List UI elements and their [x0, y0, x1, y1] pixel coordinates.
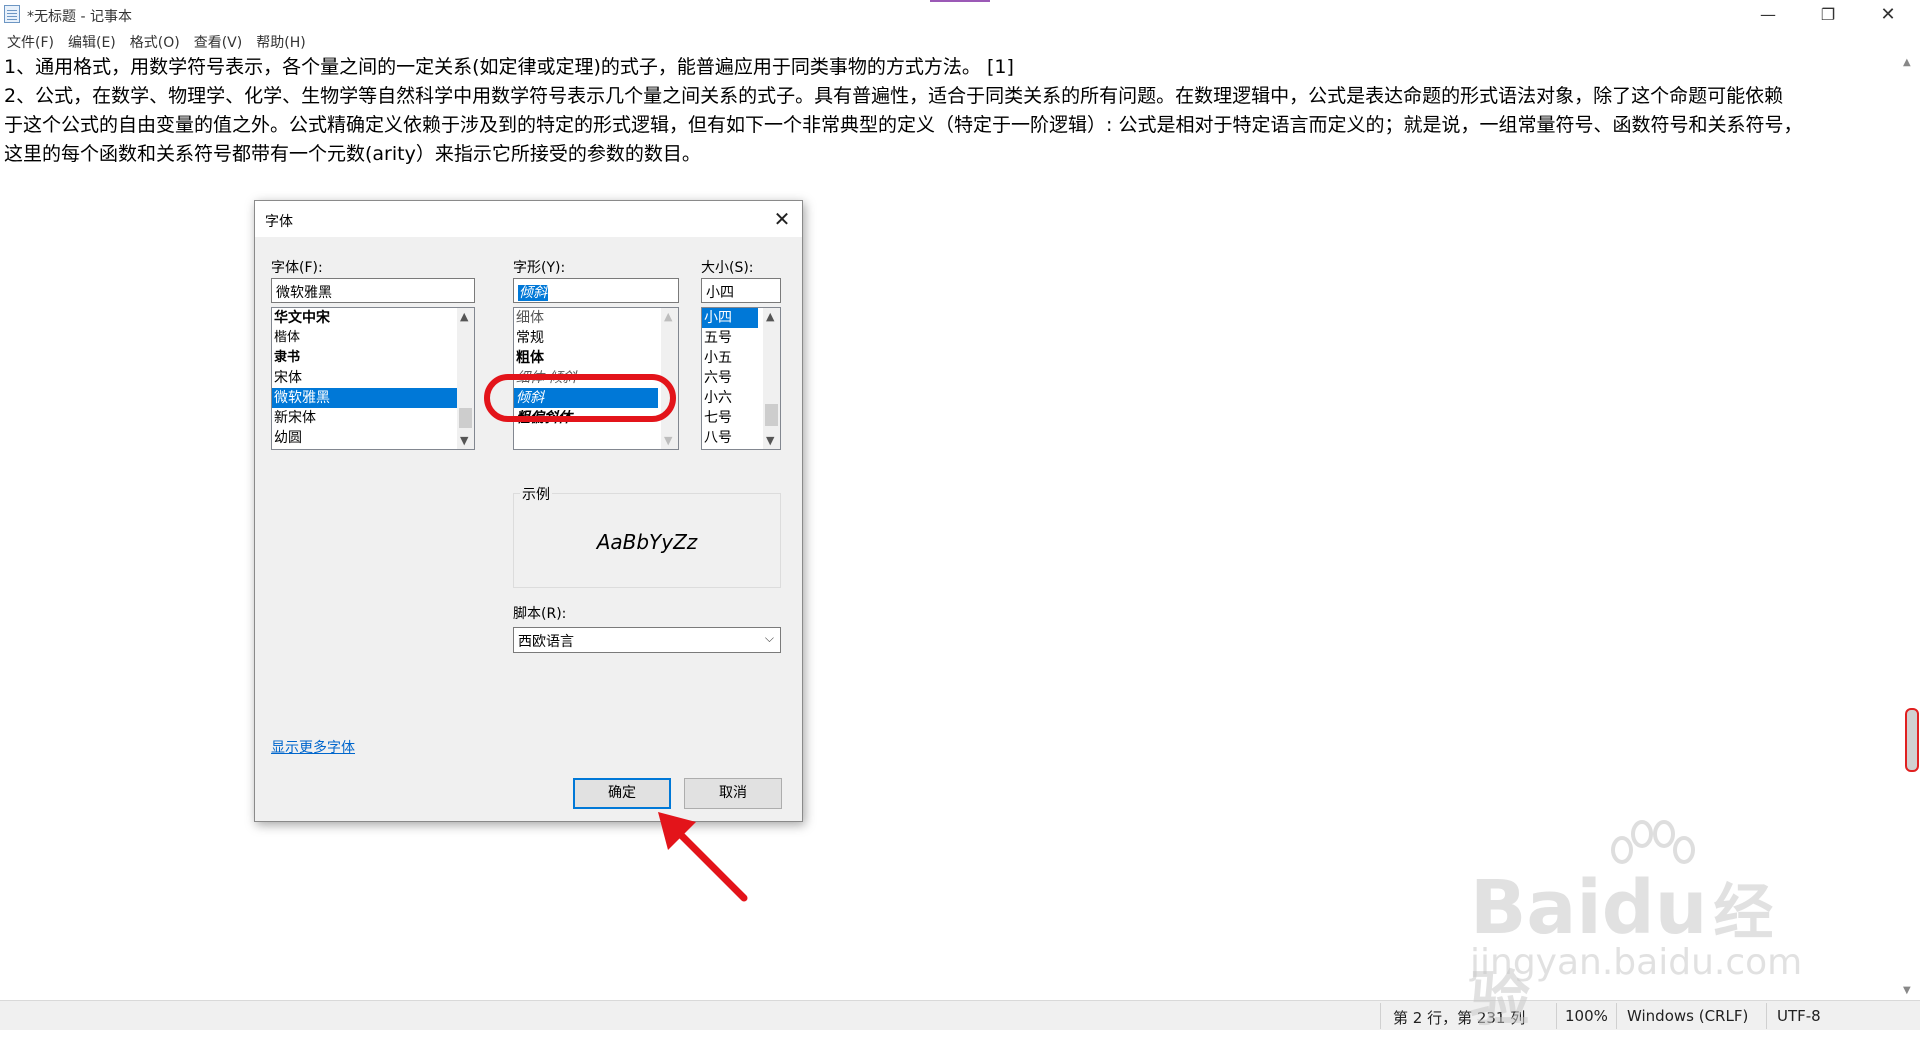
sample-label: 示例: [520, 484, 552, 504]
script-select-value: 西欧语言: [518, 634, 574, 650]
script-select[interactable]: 西欧语言 ⌵: [513, 627, 781, 653]
scroll-up-icon[interactable]: ▲: [1903, 57, 1911, 68]
editor-line: 1、通用格式，用数学符号表示，各个量之间的一定关系(如定律或定理)的式子，能普遍…: [4, 56, 1014, 78]
scroll-down-icon[interactable]: ▼: [1903, 985, 1911, 996]
font-style-label: 字形(Y):: [513, 260, 566, 276]
editor-content: 1、通用格式，用数学符号表示，各个量之间的一定关系(如定律或定理)的式子，能普遍…: [0, 53, 1900, 169]
style-option[interactable]: 粗体: [514, 348, 678, 368]
chevron-down-icon: ▼: [664, 434, 673, 447]
annotation-highlight-oval: [484, 374, 676, 422]
notepad-icon: [4, 5, 20, 23]
menu-file[interactable]: 文件(F): [0, 29, 61, 53]
menu-edit[interactable]: 编辑(E): [61, 29, 123, 53]
font-option-selected[interactable]: 微软雅黑: [272, 388, 474, 408]
chevron-down-icon[interactable]: ▼: [766, 434, 774, 447]
restore-button[interactable]: ❐: [1800, 0, 1856, 29]
editor-line: 2、公式，在数学、物理学、化学、生物学等自然科学中用数学符号表示几个量之间关系的…: [4, 85, 1784, 107]
sample-preview-text: AaBbYyZz: [596, 530, 698, 554]
close-window-button[interactable]: ✕: [1860, 0, 1916, 29]
menu-help[interactable]: 帮助(H): [249, 29, 312, 53]
style-option[interactable]: 常规: [514, 328, 678, 348]
font-family-input[interactable]: 微软雅黑: [271, 278, 475, 303]
chevron-down-icon[interactable]: ▼: [460, 434, 468, 447]
font-family-list[interactable]: 华文中宋 楷体 隶书 宋体 微软雅黑 新宋体 幼圆 ▲ ▼: [271, 307, 475, 450]
font-option[interactable]: 华文中宋: [272, 308, 474, 328]
show-more-fonts-link[interactable]: 显示更多字体: [271, 737, 355, 757]
font-size-list[interactable]: 小四 五号 小五 六号 小六 七号 八号 ▲ ▼: [701, 307, 781, 450]
vertical-scrollbar[interactable]: ▲ ▼: [1900, 53, 1920, 1000]
chevron-up-icon: ▲: [664, 310, 673, 323]
chevron-down-icon[interactable]: ⌵: [765, 631, 774, 646]
watermark-brand-bai: Bai: [1470, 865, 1602, 951]
annotation-arrow-icon: [658, 812, 748, 902]
size-option-selected[interactable]: 小四: [702, 308, 758, 328]
style-option[interactable]: 细体: [514, 308, 678, 328]
script-label: 脚本(R):: [513, 606, 567, 622]
font-size-label: 大小(S):: [701, 260, 754, 276]
status-divider: [1380, 1003, 1381, 1029]
size-list-scrollbar[interactable]: ▲ ▼: [763, 308, 780, 449]
menu-view[interactable]: 查看(V): [187, 29, 250, 53]
font-option[interactable]: 楷体: [272, 328, 474, 348]
font-size-input[interactable]: 小四: [701, 278, 781, 303]
window-title: *无标题 - 记事本: [27, 9, 132, 25]
font-dialog: 字体 ✕ 字体(F): 微软雅黑 华文中宋 楷体 隶书 宋体 微软雅黑 新宋体 …: [254, 200, 803, 822]
chevron-up-icon[interactable]: ▲: [766, 310, 774, 323]
font-list-scrollbar[interactable]: ▲ ▼: [457, 308, 474, 449]
menu-format[interactable]: 格式(O): [123, 29, 187, 53]
font-list-scroll-thumb[interactable]: [459, 408, 472, 428]
dialog-title: 字体: [265, 214, 293, 230]
title-accent-mark: [930, 0, 990, 2]
editor-line: 这里的每个函数和关系符号都带有一个元数(arity）来指示它所接受的参数的数目。: [4, 143, 701, 165]
font-option[interactable]: 隶书: [272, 348, 474, 368]
menu-bar: 文件(F) 编辑(E) 格式(O) 查看(V) 帮助(H): [0, 29, 1920, 53]
font-option[interactable]: 宋体: [272, 368, 474, 388]
font-option[interactable]: 新宋体: [272, 408, 474, 428]
watermark-url: jingyan.baidu.com: [1470, 942, 1803, 983]
title-bar: *无标题 - 记事本 — ❐ ✕: [0, 0, 1920, 29]
sample-group: 示例 AaBbYyZz: [513, 484, 781, 588]
dialog-title-bar: 字体 ✕: [255, 201, 802, 237]
editor-line: 于这个公式的自由变量的值之外。公式精确定义依赖于涉及到的特定的形式逻辑，但有如下…: [4, 114, 1803, 136]
font-style-input-value: 倾斜: [518, 285, 548, 301]
font-family-label: 字体(F):: [271, 260, 323, 276]
minimize-button[interactable]: —: [1740, 0, 1796, 29]
dialog-close-icon[interactable]: ✕: [770, 207, 794, 231]
watermark-brand-du: du: [1601, 865, 1708, 951]
size-list-scroll-thumb[interactable]: [765, 404, 778, 426]
chevron-up-icon[interactable]: ▲: [460, 310, 468, 323]
baidu-watermark: Baidu 经验 jingyan.baidu.com: [1470, 820, 1830, 1035]
scroll-thumb[interactable]: [1905, 708, 1919, 772]
font-style-input[interactable]: 倾斜: [513, 278, 679, 303]
font-option[interactable]: 幼圆: [272, 428, 474, 448]
